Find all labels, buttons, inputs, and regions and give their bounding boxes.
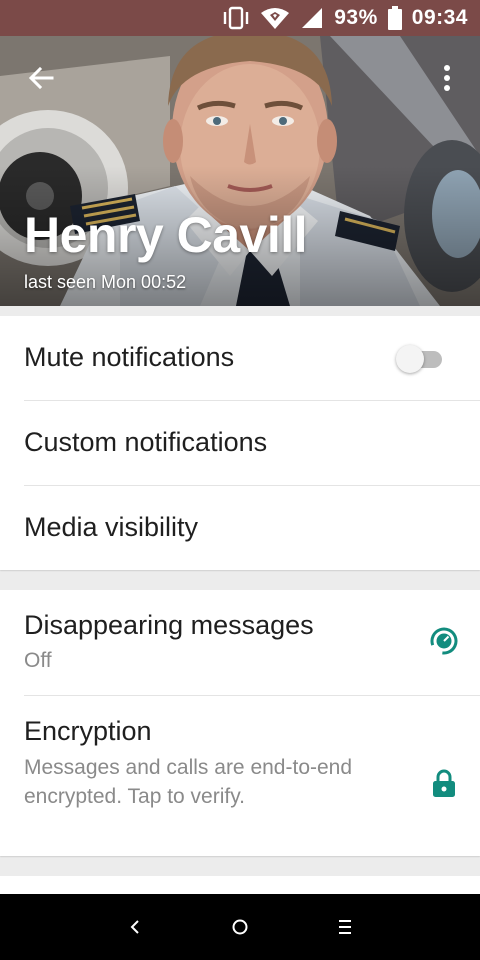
more-vert-icon[interactable] <box>436 62 458 94</box>
signal-icon <box>302 8 323 28</box>
battery-icon <box>387 6 402 30</box>
clock: 09:34 <box>411 6 468 29</box>
contact-header: Henry Cavill last seen Mon 00:52 <box>0 36 480 306</box>
encryption-label: Encryption <box>24 716 152 746</box>
disappearing-messages-row[interactable]: Disappearing messages Off <box>0 590 480 694</box>
mute-notifications-toggle[interactable] <box>396 342 448 374</box>
notification-settings-card: Mute notifications Custom notifications … <box>0 316 480 570</box>
wifi-icon <box>261 8 290 29</box>
encryption-description: Messages and calls are end-to-end encryp… <box>24 756 353 808</box>
encryption-row[interactable]: Encryption Messages and calls are end-to… <box>0 696 480 856</box>
timer-icon <box>430 627 458 655</box>
lock-icon <box>433 769 455 797</box>
contact-name: Henry Cavill <box>24 207 308 263</box>
vibrate-icon <box>224 6 249 30</box>
last-seen-status: last seen Mon 00:52 <box>24 272 187 292</box>
mute-notifications-label: Mute notifications <box>24 342 235 372</box>
battery-percent: 93% <box>334 6 378 29</box>
nav-recents-icon[interactable] <box>330 914 360 940</box>
back-arrow-icon[interactable] <box>22 62 62 94</box>
system-navigation-bar <box>0 894 480 960</box>
status-bar: 93% 09:34 <box>0 0 480 36</box>
disappearing-messages-label: Disappearing messages <box>24 610 314 640</box>
disappearing-messages-value: Off <box>24 649 52 672</box>
privacy-settings-card: Disappearing messages Off Encryption Mes… <box>0 590 480 856</box>
custom-notifications-row[interactable]: Custom notifications <box>0 401 480 485</box>
toggle-knob <box>396 345 424 373</box>
nav-home-icon[interactable] <box>225 914 255 940</box>
custom-notifications-label: Custom notifications <box>24 427 268 457</box>
media-visibility-row[interactable]: Media visibility <box>0 486 480 570</box>
media-visibility-label: Media visibility <box>24 512 199 542</box>
mute-notifications-row[interactable]: Mute notifications <box>0 316 480 400</box>
next-settings-card <box>0 876 480 896</box>
nav-back-icon[interactable] <box>120 914 150 940</box>
